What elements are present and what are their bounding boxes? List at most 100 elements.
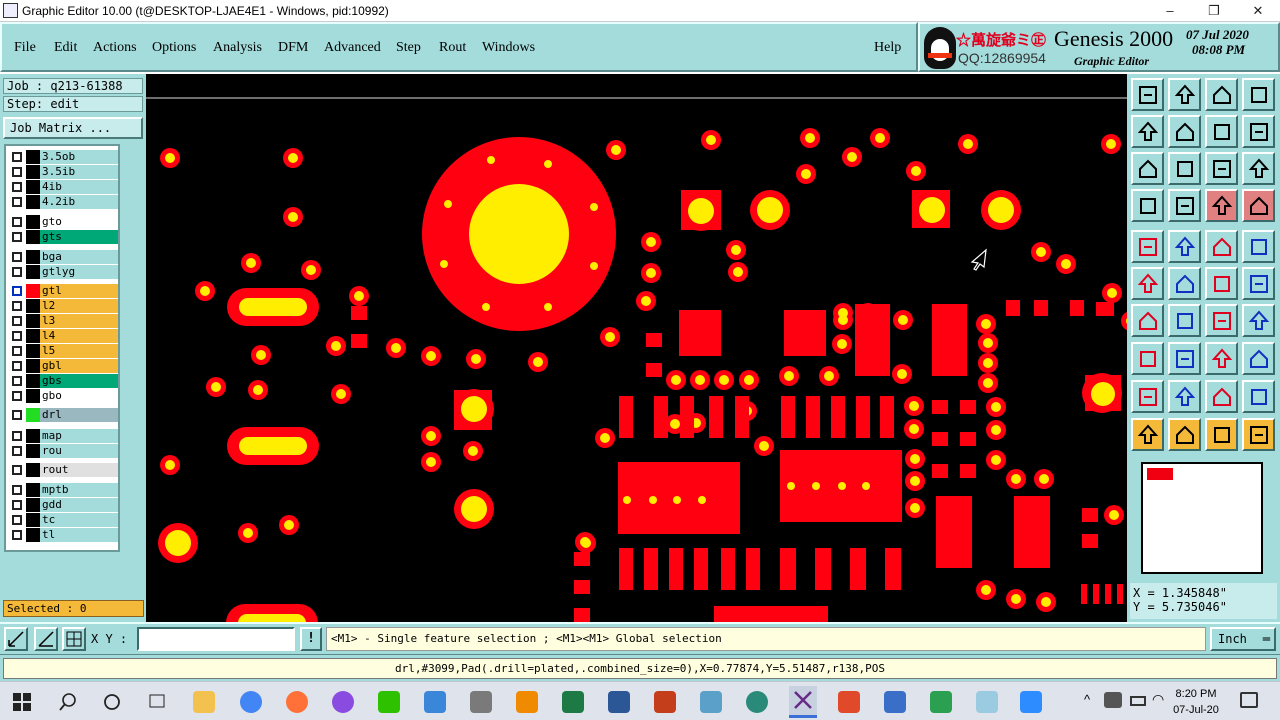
smd-pad[interactable]	[746, 548, 760, 590]
layer-row-rout[interactable]: rout	[8, 463, 118, 477]
layer-color-swatch[interactable]	[26, 329, 40, 343]
circle-icon[interactable]	[1242, 230, 1275, 263]
smd-pad[interactable]	[780, 548, 796, 590]
grid-view-icon[interactable]	[1168, 189, 1201, 222]
square-pad-drill[interactable]	[461, 396, 487, 422]
layer-name[interactable]: tl	[40, 528, 118, 542]
smd-drill[interactable]	[787, 482, 795, 490]
via-drill[interactable]	[759, 441, 769, 451]
layer-color-swatch[interactable]	[26, 180, 40, 194]
smd-pad[interactable]	[781, 396, 795, 438]
smd-pad[interactable]	[932, 400, 948, 414]
layer-checkbox[interactable]	[12, 485, 22, 495]
via-drill[interactable]	[805, 133, 815, 143]
smd-pad[interactable]	[574, 608, 590, 622]
layer-row-gbo[interactable]: gbo	[8, 389, 118, 403]
layer-row-l4[interactable]: l4	[8, 329, 118, 343]
layer-name[interactable]: l5	[40, 344, 118, 358]
smd-pad[interactable]	[1096, 302, 1114, 316]
layer-name[interactable]: gbo	[40, 389, 118, 403]
smd-pad[interactable]	[694, 548, 708, 590]
via-drill[interactable]	[336, 389, 346, 399]
zoom-icon[interactable]	[1020, 691, 1042, 713]
via-drill[interactable]	[1011, 474, 1021, 484]
smd-pad[interactable]	[932, 432, 948, 446]
via-drill[interactable]	[391, 343, 401, 353]
layer-checkbox[interactable]	[12, 500, 22, 510]
menu-edit[interactable]: Edit	[54, 40, 77, 56]
smd-pad[interactable]	[1093, 584, 1099, 604]
smd-drill[interactable]	[838, 482, 846, 490]
via-drill[interactable]	[646, 268, 656, 278]
via-drill[interactable]	[1011, 594, 1021, 604]
layer-color-swatch[interactable]	[26, 195, 40, 209]
via-drill[interactable]	[605, 332, 615, 342]
layer-down-icon[interactable]	[1168, 78, 1201, 111]
film-icon[interactable]	[1242, 78, 1275, 111]
layer-row-drl[interactable]: drl	[8, 408, 118, 422]
smd-pad[interactable]	[932, 304, 967, 376]
smd-drill[interactable]	[812, 482, 820, 490]
via-drill[interactable]	[533, 357, 543, 367]
grid-icon[interactable]	[62, 627, 86, 651]
task-view-icon[interactable]	[146, 691, 168, 713]
smd-pad[interactable]	[1034, 300, 1048, 316]
taskbar-clock[interactable]: 8:20 PM 07-Jul-20	[1166, 686, 1226, 718]
smd-drill[interactable]	[862, 482, 870, 490]
via-drill[interactable]	[671, 375, 681, 385]
smd-pad[interactable]	[574, 580, 590, 594]
layer-color-swatch[interactable]	[26, 408, 40, 422]
large-drill-hole[interactable]	[469, 184, 569, 284]
via-drill[interactable]	[544, 160, 552, 168]
layer-checkbox[interactable]	[12, 286, 22, 296]
layer-color-swatch[interactable]	[26, 444, 40, 458]
home-icon[interactable]	[1205, 78, 1238, 111]
layer-checkbox[interactable]	[12, 515, 22, 525]
pcb-view[interactable]	[146, 74, 1127, 622]
wechat-icon[interactable]	[378, 691, 400, 713]
battery-icon[interactable]	[1130, 696, 1146, 706]
snap-blue-icon[interactable]	[1242, 189, 1275, 222]
layer-color-swatch[interactable]	[26, 483, 40, 497]
smd-pad[interactable]	[815, 548, 831, 590]
via-drill[interactable]	[426, 457, 436, 467]
layer-checkbox[interactable]	[12, 446, 22, 456]
layer-checkbox[interactable]	[12, 465, 22, 475]
via-drill[interactable]	[165, 153, 175, 163]
via-drill[interactable]	[468, 446, 478, 456]
smd-pad[interactable]	[654, 396, 668, 438]
hand-icon[interactable]	[1131, 189, 1164, 222]
via-drill[interactable]	[611, 145, 621, 155]
unit-selector[interactable]: Inch ═	[1210, 627, 1276, 651]
dash-icon[interactable]	[1168, 342, 1201, 375]
via-drill[interactable]	[426, 431, 436, 441]
via-drill[interactable]	[824, 371, 834, 381]
layer-name[interactable]: l3	[40, 314, 118, 328]
snap-red-icon[interactable]	[1205, 189, 1238, 222]
smd-pad[interactable]	[784, 310, 826, 356]
via-drill[interactable]	[471, 354, 481, 364]
close-button[interactable]: ✕	[1236, 2, 1280, 20]
layer-row-gts[interactable]: gts	[8, 230, 118, 244]
layer-color-swatch[interactable]	[26, 150, 40, 164]
select-area-icon[interactable]	[1168, 418, 1201, 451]
layer-checkbox[interactable]	[12, 431, 22, 441]
app-icon-cyan[interactable]	[700, 691, 722, 713]
smd-pad[interactable]	[351, 306, 367, 320]
via-drill[interactable]	[983, 358, 993, 368]
via-drill[interactable]	[1107, 288, 1117, 298]
medium-pad-drill[interactable]	[461, 496, 487, 522]
smd-pad[interactable]	[619, 396, 633, 438]
menu-help[interactable]: Help	[874, 40, 901, 56]
select-icon[interactable]	[1131, 418, 1164, 451]
layer-name[interactable]: bga	[40, 250, 118, 264]
app-icon-light[interactable]	[976, 691, 998, 713]
copy-icon[interactable]	[1242, 342, 1275, 375]
scale-1to2-icon[interactable]	[1205, 152, 1238, 185]
oblong-drill[interactable]	[239, 298, 307, 316]
layer-checkbox[interactable]	[12, 167, 22, 177]
excel-icon[interactable]	[562, 691, 584, 713]
layer-row-mptb[interactable]: mptb	[8, 483, 118, 497]
layer-color-swatch[interactable]	[26, 265, 40, 279]
layer-name[interactable]: rout	[40, 463, 118, 477]
